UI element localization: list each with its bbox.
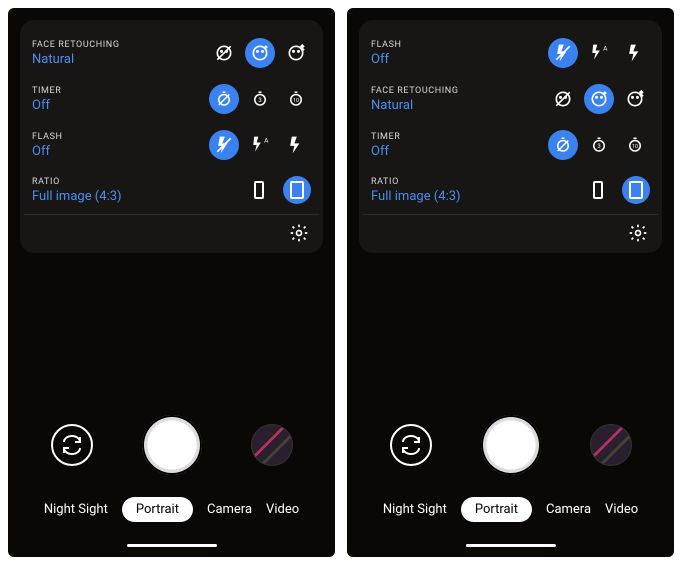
flash-on-icon[interactable] [620,38,650,68]
timer-row: TIMER Off 3 10 [32,76,311,122]
ratio-row: RATIO Full image (4:3) [371,168,650,212]
gallery-thumbnail[interactable] [251,424,293,466]
svg-text:3: 3 [258,97,261,104]
face-retouching-value: Natural [371,98,548,113]
face-retouch-natural-icon[interactable] [245,38,275,68]
ratio-3-4-icon[interactable] [245,176,273,204]
svg-text:10: 10 [293,98,299,104]
phone-right: FLASH Off A FACE RETOUCHING Natural T [347,8,674,557]
svg-text:A: A [264,137,269,145]
phone-left: FACE RETOUCHING Natural TIMER Off 3 10 [8,8,335,557]
flash-off-icon[interactable] [209,130,239,160]
ratio-value: Full image (4:3) [371,189,584,204]
mode-night-sight[interactable]: Night Sight [44,502,108,517]
timer-value: Off [371,144,548,159]
camera-controls [8,415,335,475]
panel-divider [24,214,319,215]
face-retouching-row: FACE RETOUCHING Natural [371,76,650,122]
ratio-4-3-icon[interactable] [622,176,650,204]
timer-off-icon[interactable] [548,130,578,160]
face-retouching-title: FACE RETOUCHING [32,40,209,50]
ratio-title: RATIO [371,177,584,187]
face-retouching-title: FACE RETOUCHING [371,86,548,96]
timer-10s-icon[interactable]: 10 [281,84,311,114]
ratio-3-4-icon[interactable] [584,176,612,204]
face-retouch-heavy-icon[interactable] [281,38,311,68]
timer-title: TIMER [371,132,548,142]
face-retouch-heavy-icon[interactable] [620,84,650,114]
face-retouch-natural-icon[interactable] [584,84,614,114]
flash-row: FLASH Off A [371,30,650,76]
mode-camera[interactable]: Camera [546,502,591,517]
quick-settings-panel: FACE RETOUCHING Natural TIMER Off 3 10 [20,20,323,253]
svg-text:10: 10 [632,144,638,150]
timer-off-icon[interactable] [209,84,239,114]
timer-row: TIMER Off 3 10 [371,122,650,168]
shutter-button[interactable] [142,415,202,475]
timer-value: Off [32,98,209,113]
mode-night-sight[interactable]: Night Sight [383,502,447,517]
timer-title: TIMER [32,86,209,96]
ratio-title: RATIO [32,177,245,187]
panel-divider [363,214,658,215]
timer-10s-icon[interactable]: 10 [620,130,650,160]
ratio-4-3-icon[interactable] [283,176,311,204]
flash-off-icon[interactable] [548,38,578,68]
settings-gear-icon[interactable] [628,223,648,243]
mode-selector: Night Sight Portrait Camera Video [347,497,674,522]
shutter-button[interactable] [481,415,541,475]
switch-camera-button[interactable] [51,424,93,466]
face-retouch-off-icon[interactable] [548,84,578,114]
quick-settings-panel: FLASH Off A FACE RETOUCHING Natural T [359,20,662,253]
home-indicator[interactable] [127,544,217,547]
flash-auto-icon[interactable]: A [245,130,275,160]
ratio-row: RATIO Full image (4:3) [32,168,311,212]
face-retouch-off-icon[interactable] [209,38,239,68]
switch-camera-button[interactable] [390,424,432,466]
mode-portrait[interactable]: Portrait [461,497,532,522]
face-retouching-row: FACE RETOUCHING Natural [32,30,311,76]
timer-3s-icon[interactable]: 3 [584,130,614,160]
mode-camera[interactable]: Camera [207,502,252,517]
svg-text:A: A [603,45,608,53]
flash-row: FLASH Off A [32,122,311,168]
flash-title: FLASH [371,40,548,50]
mode-selector: Night Sight Portrait Camera Video [8,497,335,522]
flash-value: Off [371,52,548,67]
mode-video[interactable]: Video [266,502,299,517]
mode-portrait[interactable]: Portrait [122,497,193,522]
flash-auto-icon[interactable]: A [584,38,614,68]
settings-gear-icon[interactable] [289,223,309,243]
flash-title: FLASH [32,132,209,142]
flash-value: Off [32,144,209,159]
flash-on-icon[interactable] [281,130,311,160]
timer-3s-icon[interactable]: 3 [245,84,275,114]
camera-controls [347,415,674,475]
face-retouching-value: Natural [32,52,209,67]
mode-video[interactable]: Video [605,502,638,517]
svg-text:3: 3 [597,143,600,150]
gallery-thumbnail[interactable] [590,424,632,466]
home-indicator[interactable] [466,544,556,547]
ratio-value: Full image (4:3) [32,189,245,204]
